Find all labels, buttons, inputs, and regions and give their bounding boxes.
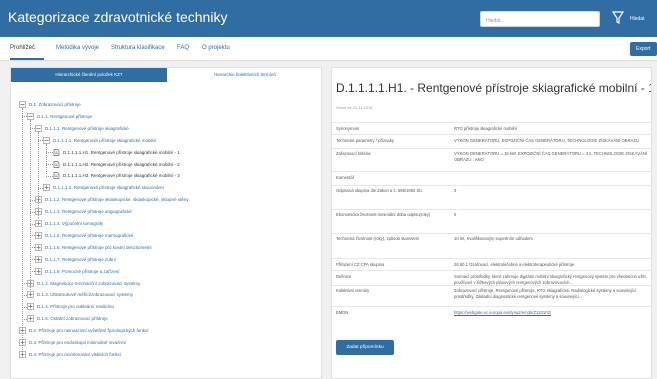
tree-item-label: D.1.1.1.1.H3. Rentgenové přístroje skiag… xyxy=(63,173,180,179)
tree-item-label: D.1.1.8. Pomocné přístroje a zařízení xyxy=(45,268,120,274)
document-icon xyxy=(53,172,60,180)
collapse-icon[interactable] xyxy=(19,101,26,108)
property-label: Definice xyxy=(336,274,352,279)
tree-item-label: D.1.1. Rentgenové přístroje xyxy=(37,113,93,119)
property-label: Přiřazení CZ CPA skupina xyxy=(336,262,385,267)
property-label: EMDN xyxy=(336,310,349,315)
add-comment-button[interactable]: Zadat připomínku xyxy=(336,340,394,355)
nav-item-about[interactable]: O projektu xyxy=(202,45,230,51)
property-value: VÝKON GENERÁTORU = 15 kW, EXPOZIČNÍ ČAS … xyxy=(454,151,648,162)
property-row: Zařazovací kritéria VÝKON GENERÁTORU = 15… xyxy=(332,148,651,166)
property-label: Synonymum xyxy=(336,126,360,131)
property-label: Odpisová skupina dle Zákon a č. 586/1992… xyxy=(336,188,423,193)
main-nav: Prohlížeč Metodika vývoje Struktura klas… xyxy=(0,37,657,61)
search-input[interactable] xyxy=(480,11,600,27)
tab-item-hierarchy[interactable]: Hierarchické členění položek KZT xyxy=(11,68,167,82)
tree-item-label: D.1.1.4. Výpočetní tomografy xyxy=(45,221,104,226)
property-value: 5 xyxy=(454,212,457,217)
tree-item-label: D.1.2. Magneticko-rezonanční zobrazovací… xyxy=(37,280,141,286)
tree-item-label: D.3. Přístroje pro endoskopii minimálně … xyxy=(29,340,127,345)
nav-item-structure[interactable]: Struktura klasifikace xyxy=(111,45,165,51)
expand-icon[interactable] xyxy=(27,291,34,299)
top-bar: Kategorizace zdravotnické techniky Hleda… xyxy=(0,0,657,37)
property-label: Ekonomická životnost minimální doba odpi… xyxy=(336,212,431,217)
expand-icon[interactable] xyxy=(27,315,34,322)
tree-connector xyxy=(38,132,39,218)
expand-icon[interactable] xyxy=(35,243,42,251)
tree-item-label: D.1.1.3. Rentgenové přístroje angiografi… xyxy=(45,209,132,215)
property-row: Komentář xyxy=(332,171,651,183)
tree-connector xyxy=(46,144,47,174)
tree-item-label: D.2. Přístroje pro neinvazivní vyšetření… xyxy=(29,328,149,334)
tree-item-label: D.1.1.1.2. Rentgenové přístroje skiagraf… xyxy=(53,185,164,191)
tree-connector xyxy=(22,108,23,358)
tree-item-label: D.1.1.1. Rentgenové přístroje skiagrafic… xyxy=(45,125,129,131)
tree-item-label: D.1.1.1.1.H2. Rentgenové přístroje skiag… xyxy=(63,161,180,167)
expand-icon[interactable] xyxy=(35,232,42,239)
property-row: Odpisová skupina dle Zákon a č. 586/1992… xyxy=(332,185,651,205)
tree-item-label: D.4. Přístroje pro monitorování vitálníc… xyxy=(29,351,122,357)
app-title: Kategorizace zdravotnické techniky xyxy=(8,9,228,25)
property-row: Přiřazení CZ CPA skupina 26.60.1 Ozařovac… xyxy=(332,258,651,270)
nav-item-faq[interactable]: FAQ xyxy=(177,45,189,51)
property-row: EMDN https://webgate.ec.europa.eu/dyna2/e… xyxy=(332,306,651,318)
filter-icon[interactable] xyxy=(611,11,625,25)
expand-icon[interactable] xyxy=(35,267,42,275)
document-icon xyxy=(53,160,60,168)
detail-panel: D.1.1.1.1.H1. - Rentgenové přístroje ski… xyxy=(331,67,652,379)
tree-item-label: D.1.1.7. Rentgenové přístroje zubní xyxy=(45,256,117,262)
nav-item-browser[interactable]: Prohlížeč xyxy=(10,45,35,51)
collapse-icon[interactable] xyxy=(27,113,34,120)
tree-item-label: D.1.5. Ostatní zobrazovací přístroje xyxy=(37,316,108,322)
tree-connector xyxy=(46,164,53,165)
property-row: Definice Snímací prostředky, které zahrnu… xyxy=(332,270,651,285)
property-value: RTG přístroje skiagrafické mobilní xyxy=(454,126,517,131)
property-row: Ekonomická životnost minimální doba odpi… xyxy=(332,209,651,229)
tree-connector xyxy=(30,120,31,290)
property-value: VÝKON GENERÁTORU, EXPOZIČNÍ ČAS GENERÁTO… xyxy=(454,138,639,143)
search-button[interactable]: Hledat xyxy=(630,12,644,26)
property-value: Zobrazovací přístroje, Rentgenové přístr… xyxy=(454,288,636,299)
property-row: Technické parametry / příznaky VÝKON GENE… xyxy=(332,134,651,146)
tree-connector xyxy=(46,152,53,154)
export-button[interactable]: Export xyxy=(630,42,657,56)
property-row: Synonymum RTG přístroje skiagrafické mobi… xyxy=(332,122,651,134)
nav-item-methodology[interactable]: Metodika vývoje xyxy=(56,45,99,51)
emdn-link[interactable]: https://webgate.ec.europa.eu/dyna2/emdn/… xyxy=(454,310,649,316)
expand-icon[interactable] xyxy=(27,303,34,311)
property-label: Komentář xyxy=(336,175,355,180)
tab-collective-terms[interactable]: Hierarchie kolektivních termínů xyxy=(167,68,321,82)
tree-item-label: D.1.1.1.1. Rentgenové přístroje skiagraf… xyxy=(53,137,157,143)
active-nav-indicator xyxy=(10,58,44,60)
property-value: 26.60.1 Ozařovací, elektroléčebné a elek… xyxy=(454,262,575,267)
tree-item-label: D.1. Zobrazovací přístroje xyxy=(29,102,81,107)
tree-connector xyxy=(46,175,53,177)
tree-item-label: D.1.3. Ultrazvukové měřicí/zobrazovací s… xyxy=(37,292,134,298)
property-row: Technická životnost (roky), způsob stano… xyxy=(332,233,651,253)
property-label: Zařazovací kritéria xyxy=(336,151,371,156)
tree-tabs: Hierarchické členění položek KZT Hierarc… xyxy=(11,68,321,82)
collapse-icon[interactable] xyxy=(43,136,50,144)
expand-icon[interactable] xyxy=(43,184,50,192)
expand-icon[interactable] xyxy=(35,255,42,263)
property-value: 3 xyxy=(454,188,457,193)
property-label: Technická životnost (roky), způsob stano… xyxy=(336,236,420,241)
document-icon xyxy=(53,148,60,156)
tree-panel: Hierarchické členění položek KZT Hierarc… xyxy=(10,67,322,379)
version-date: Verze ze 23.11.2016 xyxy=(336,105,373,110)
expand-icon[interactable] xyxy=(35,220,42,227)
property-label: Technické parametry / příznaky xyxy=(336,138,394,143)
detail-title: D.1.1.1.1.H1. - Rentgenové přístroje ski… xyxy=(336,81,652,95)
property-value: 10 let, Kvalifikovaným expertním odhadem xyxy=(454,236,533,241)
tree-item-label: D.1.1.6. Rentgenové přístroje pro kostní… xyxy=(45,244,152,250)
tree-item-label: D.1.4. Přístroje pro nukleární medicínu xyxy=(37,304,115,310)
property-row: Kolektivní termíny Zobrazovací přístroje,… xyxy=(332,285,651,303)
tree-item-label: D.1.1.5. Rentgenové přístroje mamografic… xyxy=(45,232,134,238)
collapse-icon[interactable] xyxy=(35,124,42,132)
tree-item-label: D.1.1.1.1.H1. Rentgenové přístroje skiag… xyxy=(63,149,180,155)
tree-item-label: D.1.1.2. Rentgenové přístroje skiaskopic… xyxy=(45,197,189,203)
property-label: Kolektivní termíny xyxy=(336,288,370,293)
